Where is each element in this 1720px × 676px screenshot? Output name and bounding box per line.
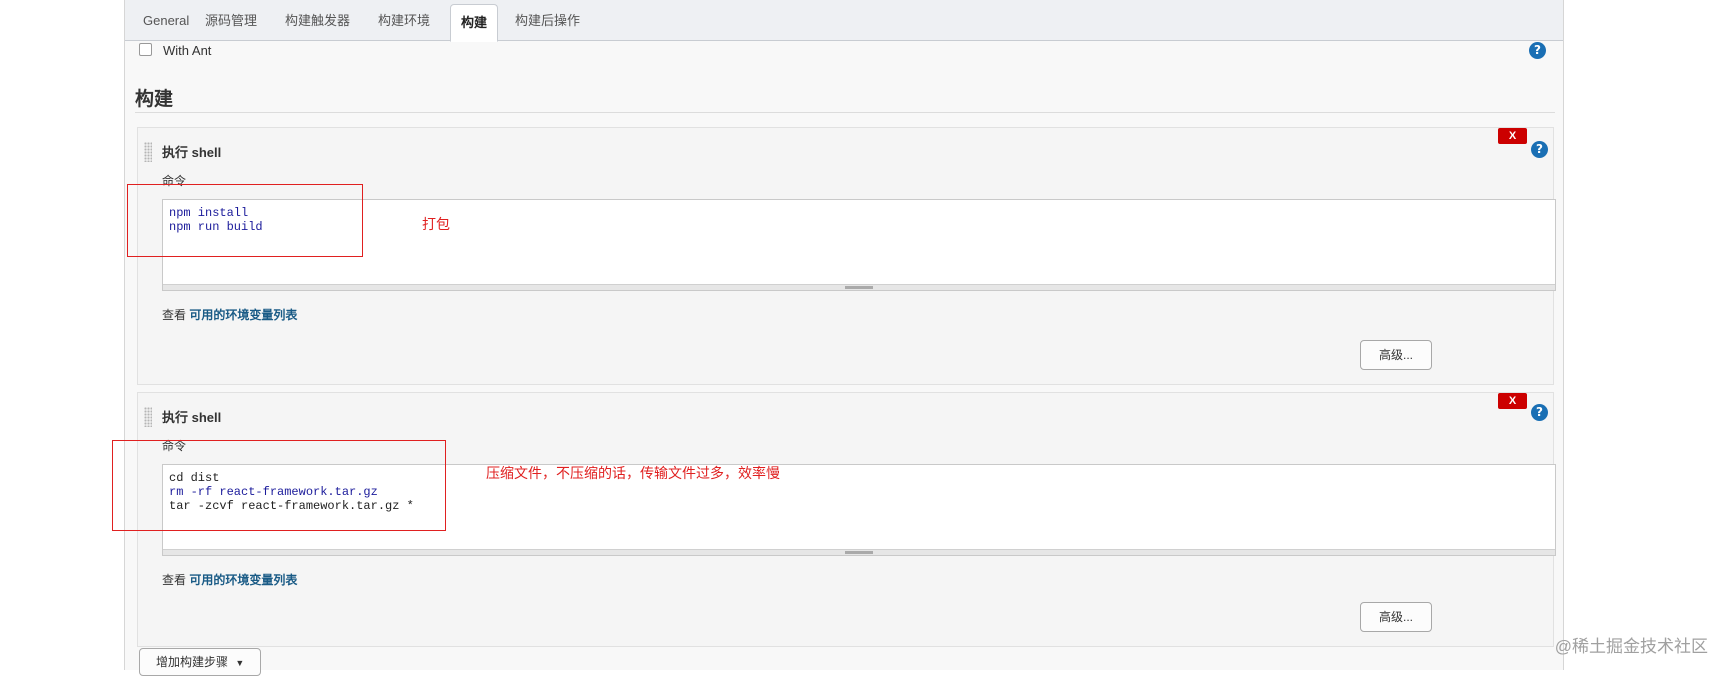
delete-step-button[interactable]: X — [1498, 393, 1527, 409]
textarea-resize-bar[interactable] — [163, 549, 1555, 555]
section-divider — [135, 112, 1555, 113]
env-vars-link[interactable]: 可用的环境变量列表 — [189, 308, 297, 322]
annotation-text-1: 打包 — [422, 216, 450, 232]
env-vars-prefix: 查看 — [162, 573, 187, 587]
env-vars-prefix: 查看 — [162, 308, 187, 322]
command-line: npm install — [169, 206, 1549, 220]
help-icon[interactable]: ? — [1529, 42, 1546, 59]
tab-general[interactable]: General — [133, 6, 199, 36]
command-textarea[interactable]: npm install npm run build — [162, 199, 1556, 291]
add-build-step-label: 增加构建步骤 — [156, 655, 229, 669]
step-title: 执行 shell — [162, 145, 222, 160]
add-build-step-button[interactable]: 增加构建步骤 ▼ — [139, 648, 261, 676]
with-ant-checkbox[interactable] — [139, 43, 152, 56]
chevron-down-icon: ▼ — [235, 658, 245, 668]
drag-handle-icon[interactable] — [144, 142, 152, 162]
advanced-button[interactable]: 高级... — [1360, 340, 1432, 370]
env-vars-line: 查看 可用的环境变量列表 — [162, 306, 297, 323]
env-vars-line: 查看 可用的环境变量列表 — [162, 571, 297, 588]
watermark: @稀土掘金技术社区 — [1554, 637, 1708, 656]
annotation-text-2: 压缩文件，不压缩的话，传输文件过多，效率慢 — [486, 465, 780, 481]
command-line: npm run build — [169, 220, 1549, 234]
annotation-box-1 — [127, 184, 363, 257]
annotation-box-2 — [112, 440, 446, 531]
env-vars-link[interactable]: 可用的环境变量列表 — [189, 573, 297, 587]
tab-build-environment[interactable]: 构建环境 — [368, 6, 440, 36]
advanced-button[interactable]: 高级... — [1360, 602, 1432, 632]
with-ant-label: With Ant — [163, 43, 212, 58]
section-title: 构建 — [135, 89, 174, 110]
resize-grip-icon[interactable] — [845, 286, 873, 289]
tab-source-control[interactable]: 源码管理 — [195, 6, 267, 36]
step-title: 执行 shell — [162, 410, 222, 425]
tab-post-build-actions[interactable]: 构建后操作 — [505, 6, 590, 36]
help-icon[interactable]: ? — [1531, 404, 1548, 421]
drag-handle-icon[interactable] — [144, 407, 152, 427]
tab-bar: General 源码管理 构建触发器 构建环境 构建 构建后操作 — [125, 0, 1563, 42]
textarea-resize-bar[interactable] — [163, 284, 1555, 290]
resize-grip-icon[interactable] — [845, 551, 873, 554]
tab-build-triggers[interactable]: 构建触发器 — [275, 6, 360, 36]
help-icon[interactable]: ? — [1531, 141, 1548, 158]
delete-step-button[interactable]: X — [1498, 128, 1527, 144]
tab-build[interactable]: 构建 — [450, 4, 499, 42]
config-panel: General 源码管理 构建触发器 构建环境 构建 构建后操作 With An… — [124, 0, 1564, 676]
